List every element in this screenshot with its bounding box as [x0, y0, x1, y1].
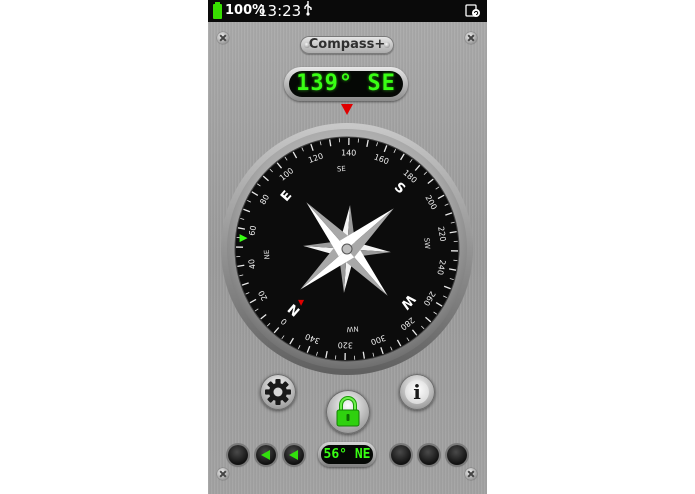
- info-icon: i: [405, 380, 429, 404]
- settings-button[interactable]: [260, 374, 296, 410]
- arrow-left-icon: [261, 450, 270, 460]
- dial-intercardinal-ne: NE: [263, 249, 272, 259]
- padlock-icon: [336, 396, 360, 427]
- screen-rotation-icon: [465, 3, 481, 18]
- battery-icon: [213, 2, 222, 19]
- dial-degree-label: 40: [247, 258, 257, 269]
- heading-marker-icon: [341, 104, 353, 115]
- option-button-4[interactable]: [447, 445, 467, 465]
- compass-panel: Compass+ 139° SE 140 160 180 200 220 240…: [208, 22, 487, 494]
- secondary-readout: 56° NE: [321, 445, 373, 464]
- previous-button[interactable]: [256, 445, 276, 465]
- info-button[interactable]: i: [399, 374, 435, 410]
- dial-degree-label: 320: [338, 340, 353, 349]
- secondary-heading-display: 56° NE: [318, 442, 376, 467]
- gear-icon: [265, 379, 291, 405]
- needle-pivot-icon: [341, 243, 353, 255]
- option-button-1[interactable]: [228, 445, 248, 465]
- option-button-3[interactable]: [419, 445, 439, 465]
- previous-button-2[interactable]: [284, 445, 304, 465]
- arrow-left-icon: [289, 450, 298, 460]
- dial-intercardinal-se: SE: [337, 165, 346, 174]
- usb-icon: [303, 0, 313, 24]
- phone-screen: 100% 13:23 Compass+ 139° SE 140 160 180 …: [208, 0, 487, 494]
- option-button-2[interactable]: [391, 445, 411, 465]
- clock: 13:23: [258, 2, 302, 20]
- dial-intercardinal-nw: NW: [346, 324, 359, 333]
- dial-degree-label: 140: [341, 148, 356, 157]
- dial-degree-label: 60: [247, 225, 258, 237]
- status-bar: 100% 13:23: [208, 0, 487, 22]
- lock-button[interactable]: [326, 390, 370, 434]
- dial-intercardinal-sw: SW: [422, 237, 431, 249]
